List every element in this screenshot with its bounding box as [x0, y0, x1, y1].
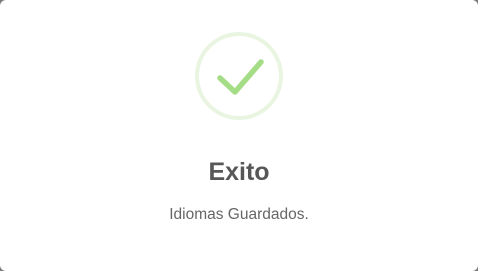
success-check-icon	[217, 59, 264, 95]
dialog-message: Idiomas Guardados.	[169, 206, 309, 223]
dialog-title: Exito	[208, 158, 270, 186]
alert-dialog: Exito Idiomas Guardados.	[0, 0, 478, 271]
success-icon-ring	[195, 32, 283, 120]
